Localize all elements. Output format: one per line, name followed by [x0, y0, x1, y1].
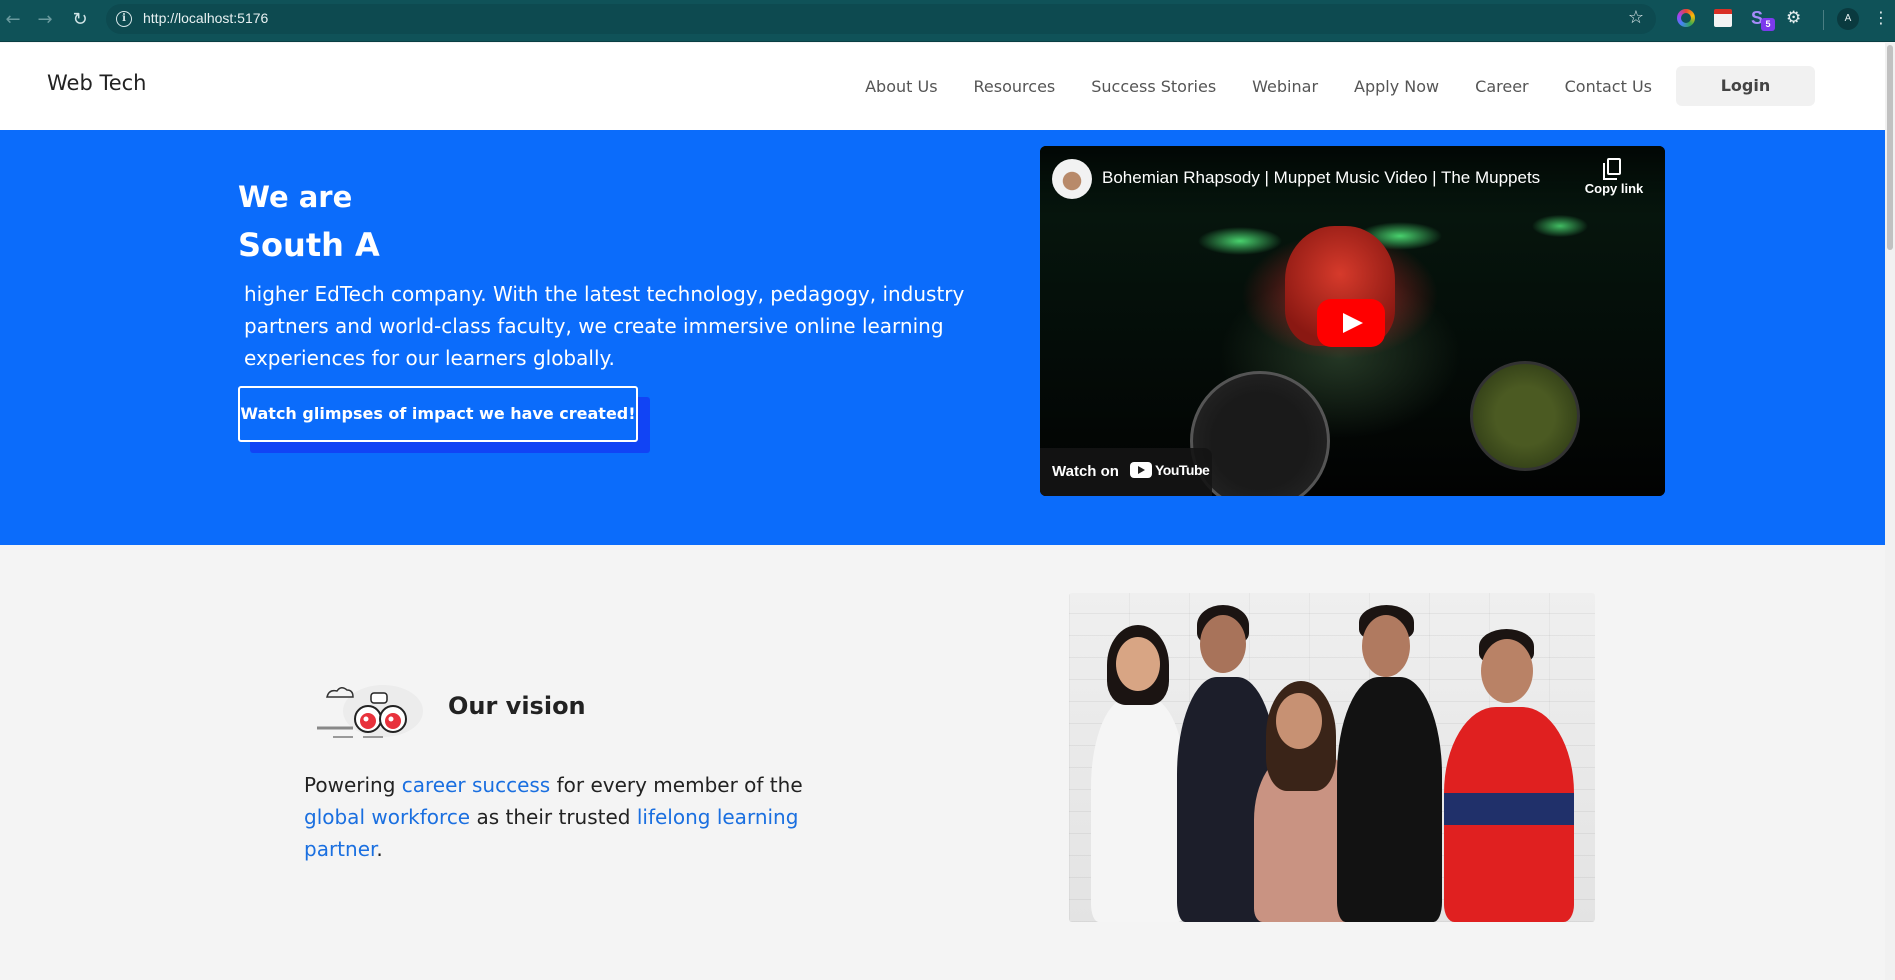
nav-apply-now[interactable]: Apply Now [1354, 68, 1439, 105]
vision-highlight-career-success: career success [401, 773, 551, 797]
copy-link-button[interactable]: Copy link [1582, 158, 1646, 196]
vision-text-3: as their trusted [470, 805, 637, 829]
copy-icon [1603, 158, 1621, 180]
hero-description: higher EdTech company. With the latest t… [244, 282, 965, 370]
bookmark-star-icon[interactable]: ☆ [1628, 7, 1644, 28]
toolbar-divider [1823, 10, 1824, 30]
forward-arrow-icon[interactable]: → [32, 7, 58, 33]
vision-statement: Powering career success for every member… [304, 769, 824, 865]
hero-title-line2: South A [238, 226, 380, 264]
nav-webinar[interactable]: Webinar [1252, 68, 1318, 105]
watch-on-youtube-button[interactable]: Watch on YouTube [1040, 448, 1212, 496]
nav-about-us[interactable]: About Us [865, 68, 937, 105]
hero-title-line1: We are [238, 180, 353, 214]
url-prefix: http:// [143, 10, 179, 26]
nav-resources[interactable]: Resources [974, 68, 1056, 105]
youtube-embed[interactable]: Bohemian Rhapsody | Muppet Music Video |… [1040, 146, 1665, 496]
person-3-head [1276, 693, 1322, 749]
s-extension-icon[interactable]: S5 [1751, 9, 1775, 31]
vision-text-2: for every member of the [550, 773, 803, 797]
browser-toolbar: ← → ↻ i http://localhost:5176 ☆ S5 ⚙ A ⋮ [0, 0, 1895, 42]
site-info-icon[interactable]: i [116, 11, 132, 27]
person-4-head [1362, 615, 1410, 677]
drum-shape-right [1470, 361, 1580, 471]
url-host: localhost:5176 [178, 10, 269, 26]
copy-link-label: Copy link [1584, 181, 1644, 196]
extension-badge: 5 [1761, 18, 1775, 31]
profile-avatar[interactable]: A [1837, 8, 1859, 30]
youtube-wordmark: YouTube [1155, 462, 1210, 478]
main-nav: About Us Resources Success Stories Webin… [829, 66, 1815, 106]
kebab-menu-icon[interactable]: ⋮ [1873, 8, 1889, 27]
calendar-icon[interactable] [1714, 9, 1732, 27]
brand-logo-text[interactable]: Web Tech [47, 71, 147, 95]
play-button-icon[interactable] [1317, 299, 1385, 347]
nav-contact-us[interactable]: Contact Us [1565, 68, 1652, 105]
page-scrollbar[interactable] [1885, 43, 1895, 980]
person-4 [1337, 677, 1442, 922]
site-header: Web Tech About Us Resources Success Stor… [0, 43, 1885, 130]
watch-on-label: Watch on [1052, 463, 1119, 480]
channel-avatar[interactable] [1052, 159, 1092, 199]
back-arrow-icon[interactable]: ← [0, 7, 26, 33]
vision-text-4: . [376, 837, 383, 861]
vision-heading: Our vision [448, 692, 586, 720]
url-text[interactable]: http://localhost:5176 [143, 10, 268, 26]
address-bar[interactable]: i http://localhost:5176 ☆ [106, 4, 1656, 34]
person-1 [1091, 697, 1186, 922]
person-5-head [1481, 639, 1533, 703]
reload-icon[interactable]: ↻ [67, 7, 93, 33]
nav-career[interactable]: Career [1475, 68, 1528, 105]
video-title[interactable]: Bohemian Rhapsody | Muppet Music Video |… [1102, 168, 1540, 188]
scrollbar-thumb[interactable] [1887, 45, 1893, 250]
hero-section: We are South A higher EdTech company. Wi… [0, 130, 1885, 545]
watch-impact-button[interactable]: Watch glimpses of impact we have created… [238, 386, 638, 442]
puzzle-icon[interactable]: ⚙ [1786, 9, 1804, 27]
vision-highlight-global-workforce: global workforce [304, 805, 471, 829]
team-photo [1069, 593, 1595, 922]
person-2-head [1200, 615, 1246, 673]
binoculars-icon [317, 685, 423, 738]
person-5 [1444, 707, 1574, 922]
login-button[interactable]: Login [1676, 66, 1815, 106]
nav-success-stories[interactable]: Success Stories [1091, 68, 1216, 105]
person-1-head [1116, 637, 1160, 691]
vision-section: Our vision Powering career success for e… [0, 545, 1885, 980]
youtube-play-icon [1130, 462, 1152, 478]
vision-text-1: Powering [304, 773, 402, 797]
youtube-logo: YouTube [1130, 462, 1210, 478]
color-picker-icon[interactable] [1677, 9, 1695, 27]
